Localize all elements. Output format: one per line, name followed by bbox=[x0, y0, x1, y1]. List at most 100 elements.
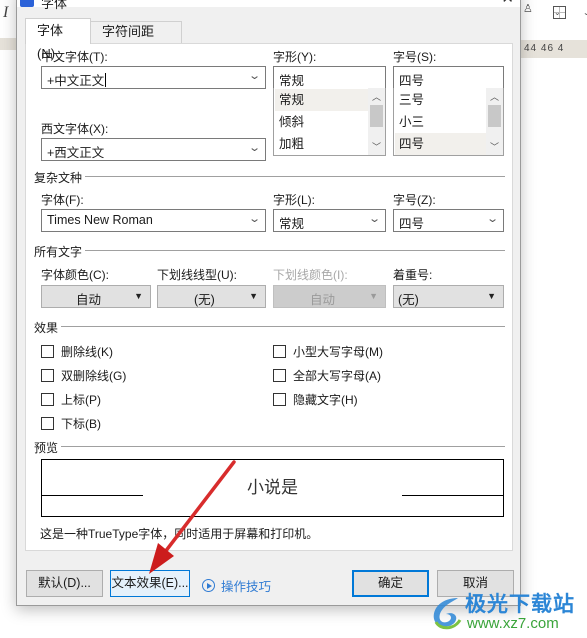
font-color-dropdown[interactable]: 自动 ▼ bbox=[41, 285, 151, 308]
emphasis-mark-value: (无) bbox=[398, 293, 419, 307]
chinese-font-combo[interactable]: +中文正文 ⌄ bbox=[41, 66, 266, 89]
scroll-up-icon[interactable]: ︿ bbox=[490, 90, 499, 103]
checkbox-box[interactable] bbox=[41, 345, 54, 358]
double-strikethrough-checkbox[interactable]: 双删除线(G) bbox=[41, 367, 126, 384]
size-option[interactable]: 小三 bbox=[395, 111, 487, 133]
chevron-down-icon[interactable]: ⌄ bbox=[486, 212, 499, 225]
chevron-down-icon[interactable]: ⌄ bbox=[583, 8, 587, 17]
complex-font-label: 字体(F): bbox=[41, 193, 84, 207]
dropdown-arrow-icon[interactable]: ▼ bbox=[134, 291, 143, 301]
text-effects-button[interactable]: 文本效果(E)... bbox=[110, 570, 190, 597]
dialog-titlebar[interactable]: 字体 ✕ bbox=[17, 0, 520, 11]
preview-section: 预览 bbox=[34, 439, 505, 456]
scroll-thumb[interactable] bbox=[488, 105, 501, 127]
divider bbox=[34, 326, 505, 327]
underline-style-dropdown[interactable]: (无) ▼ bbox=[157, 285, 266, 308]
font-color-label: 字体颜色(C): bbox=[41, 268, 109, 282]
scroll-down-icon[interactable]: ﹀ bbox=[372, 140, 381, 153]
small-caps-checkbox[interactable]: 小型大写字母(M) bbox=[273, 343, 383, 360]
underline-style-value: (无) bbox=[194, 293, 215, 307]
app-icon bbox=[20, 0, 34, 7]
border-icon[interactable] bbox=[553, 6, 566, 19]
tips-label: 操作技巧 bbox=[221, 580, 272, 594]
tab-font[interactable]: 字体(N) bbox=[25, 18, 91, 61]
checkbox-box[interactable] bbox=[273, 369, 286, 382]
hidden-text-checkbox[interactable]: 隐藏文字(H) bbox=[273, 391, 358, 408]
default-button[interactable]: 默认(D)... bbox=[26, 570, 103, 597]
chinese-font-value: +中文正文 bbox=[47, 74, 105, 88]
ruler-fragment bbox=[0, 38, 16, 50]
western-font-label: 西文字体(X): bbox=[41, 122, 109, 136]
chevron-down-icon[interactable]: ⌄ bbox=[248, 212, 261, 225]
emphasis-mark-dropdown[interactable]: (无) ▼ bbox=[393, 285, 504, 308]
font-tab-panel: 中文字体(T): +中文正文 ⌄ 西文字体(X): +西文正文 ⌄ 字形(Y):… bbox=[25, 43, 513, 551]
style-option[interactable]: 常规 bbox=[275, 89, 369, 111]
baseline-right bbox=[402, 495, 503, 496]
size-input[interactable]: 四号 bbox=[393, 66, 504, 89]
scroll-thumb[interactable] bbox=[370, 105, 383, 127]
complex-size-label: 字号(Z): bbox=[393, 193, 436, 207]
size-option[interactable]: 四号 bbox=[395, 133, 487, 155]
checkbox-label: 双删除线(G) bbox=[61, 369, 127, 383]
superscript-checkbox[interactable]: 上标(P) bbox=[41, 391, 101, 408]
style-scrollbar[interactable]: ︿ ﹀ bbox=[368, 88, 385, 155]
checkbox-box[interactable] bbox=[41, 369, 54, 382]
style-option[interactable]: 倾斜 bbox=[275, 111, 369, 133]
checkbox-box[interactable] bbox=[41, 417, 54, 430]
close-icon[interactable]: ✕ bbox=[501, 0, 514, 7]
western-font-combo[interactable]: +西文正文 ⌄ bbox=[41, 138, 266, 161]
size-listbox[interactable]: 三号 小三 四号 ︿ ﹀ bbox=[393, 88, 504, 156]
cancel-button[interactable]: 取消 bbox=[437, 570, 514, 597]
dropdown-arrow-icon[interactable]: ▼ bbox=[249, 291, 258, 301]
chevron-down-icon[interactable]: ⌄ bbox=[248, 141, 261, 154]
preview-box: 小说是 bbox=[41, 459, 504, 517]
style-value: 常规 bbox=[279, 74, 305, 88]
underline-color-dropdown: 自动 ▼ bbox=[273, 285, 386, 308]
complex-style-combo[interactable]: 常规 ⌄ bbox=[273, 209, 386, 232]
scroll-down-icon[interactable]: ﹀ bbox=[490, 140, 499, 153]
tab-character-spacing[interactable]: 字符间距(R) bbox=[90, 21, 182, 59]
checkbox-box[interactable] bbox=[273, 393, 286, 406]
complex-size-combo[interactable]: 四号 ⌄ bbox=[393, 209, 504, 232]
style-input[interactable]: 常规 bbox=[273, 66, 386, 89]
checkbox-box[interactable] bbox=[41, 393, 54, 406]
complex-font-combo[interactable]: Times New Roman ⌄ bbox=[41, 209, 266, 232]
checkbox-label: 删除线(K) bbox=[61, 345, 113, 359]
style-listbox[interactable]: 常规 倾斜 加粗 ︿ ﹀ bbox=[273, 88, 386, 156]
complex-style-value: 常规 bbox=[279, 217, 305, 231]
highlight-icon[interactable]: ♙ bbox=[523, 2, 533, 15]
strikethrough-checkbox[interactable]: 删除线(K) bbox=[41, 343, 113, 360]
all-caps-checkbox[interactable]: 全部大写字母(A) bbox=[273, 367, 381, 384]
chevron-down-icon[interactable]: ⌄ bbox=[368, 212, 381, 225]
effects-section: 效果 bbox=[34, 319, 505, 336]
dropdown-arrow-icon[interactable]: ▼ bbox=[487, 291, 496, 301]
font-color-value: 自动 bbox=[76, 293, 102, 307]
underline-color-label: 下划线颜色(I): bbox=[273, 268, 348, 282]
subscript-checkbox[interactable]: 下标(B) bbox=[41, 415, 101, 432]
font-description: 这是一种TrueType字体，同时适用于屏幕和打印机。 bbox=[40, 527, 319, 541]
section-title: 效果 bbox=[34, 319, 62, 336]
section-title: 预览 bbox=[34, 439, 62, 456]
dialog-title: 字体 bbox=[41, 0, 68, 11]
tips-link[interactable]: 操作技巧 bbox=[202, 576, 271, 595]
size-option[interactable]: 三号 bbox=[395, 89, 487, 111]
style-label: 字形(Y): bbox=[273, 50, 317, 64]
divider bbox=[34, 250, 505, 251]
emphasis-mark-label: 着重号: bbox=[393, 268, 433, 282]
checkbox-label: 下标(B) bbox=[61, 417, 101, 431]
size-scrollbar[interactable]: ︿ ﹀ bbox=[486, 88, 503, 155]
italic-icon[interactable]: I bbox=[3, 4, 8, 22]
chevron-down-icon[interactable]: ⌄ bbox=[248, 69, 261, 82]
style-option[interactable]: 加粗 bbox=[275, 133, 369, 155]
scroll-up-icon[interactable]: ︿ bbox=[372, 90, 381, 103]
complex-size-value: 四号 bbox=[399, 217, 425, 231]
underline-color-value: 自动 bbox=[310, 293, 336, 307]
checkbox-label: 小型大写字母(M) bbox=[293, 345, 383, 359]
ok-button[interactable]: 确定 bbox=[352, 570, 429, 597]
text-caret bbox=[105, 73, 107, 87]
divider bbox=[34, 176, 505, 177]
checkbox-box[interactable] bbox=[273, 345, 286, 358]
checkbox-label: 上标(P) bbox=[61, 393, 101, 407]
section-title: 复杂文种 bbox=[34, 169, 86, 186]
underline-style-label: 下划线线型(U): bbox=[157, 268, 237, 282]
